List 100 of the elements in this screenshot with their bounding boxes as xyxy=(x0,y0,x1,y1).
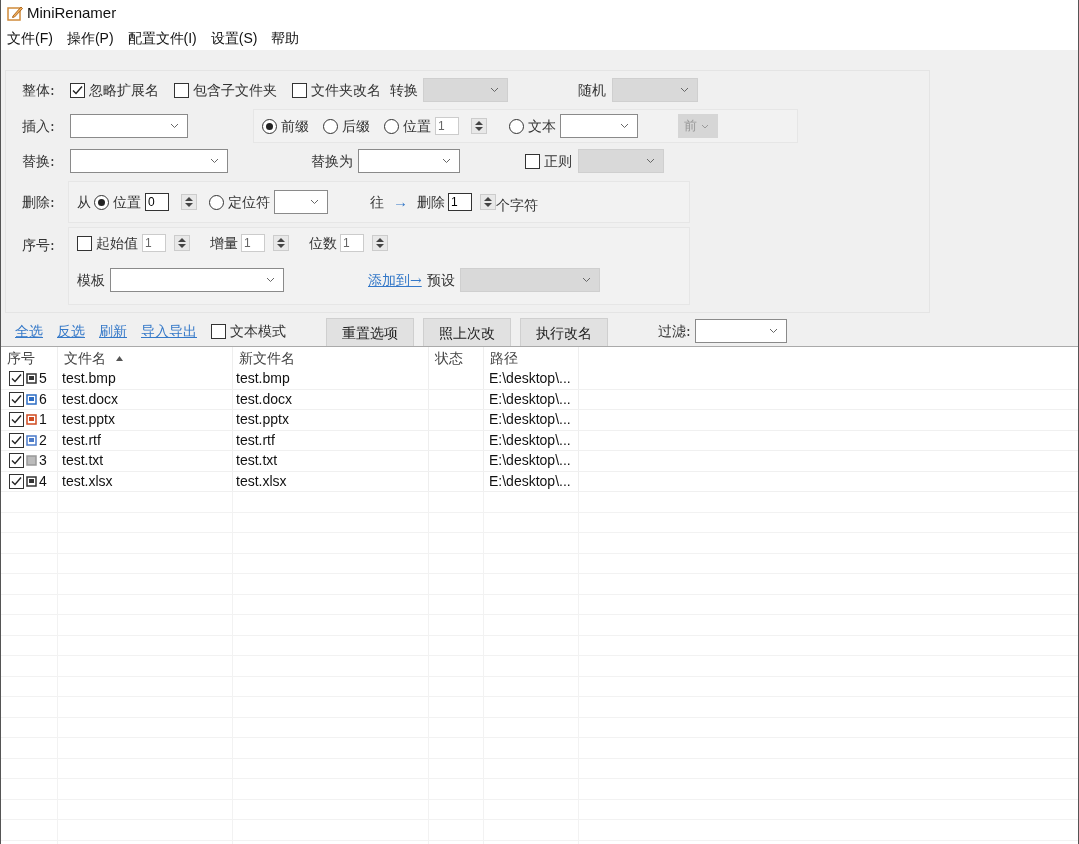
column-header[interactable]: 路径 xyxy=(484,347,579,369)
dropdown[interactable] xyxy=(110,268,284,292)
column-header[interactable]: 新文件名 xyxy=(233,347,429,369)
field-label: 增量 xyxy=(210,233,238,253)
field-label: 个字符 xyxy=(496,195,538,215)
field-label: 文本模式 xyxy=(230,321,286,341)
chevron-down-icon xyxy=(620,123,629,129)
chevron-down-icon xyxy=(170,123,179,129)
checkbox[interactable] xyxy=(174,82,189,98)
number-field[interactable]: 1 xyxy=(241,234,265,252)
field-label: 定位符 xyxy=(228,192,270,212)
radio-button[interactable] xyxy=(384,118,399,134)
field-label: 插入: xyxy=(22,116,56,136)
checkbox[interactable] xyxy=(9,432,24,448)
column-header[interactable]: 序号 xyxy=(1,347,58,369)
checkbox[interactable] xyxy=(70,82,85,98)
file-icon xyxy=(26,393,37,405)
dropdown[interactable] xyxy=(694,319,787,343)
menu-item[interactable]: 设置(S) xyxy=(210,27,258,49)
number-field[interactable]: 1 xyxy=(340,234,364,252)
field-label: 删除: xyxy=(22,192,56,212)
dropdown[interactable] xyxy=(274,190,328,214)
dropdown[interactable] xyxy=(70,114,188,138)
checkbox[interactable] xyxy=(77,235,92,251)
radio-button[interactable] xyxy=(94,194,109,210)
action-link[interactable]: 反选 xyxy=(57,320,85,342)
dropdown[interactable] xyxy=(560,114,638,138)
arrow-link[interactable]: → xyxy=(393,190,408,214)
checkbox[interactable] xyxy=(211,323,226,339)
number-field[interactable]: 0 xyxy=(145,193,169,211)
number-field[interactable]: 1 xyxy=(142,234,166,252)
table-cell-text: test.rtf xyxy=(236,430,275,450)
column-header[interactable]: 状态 xyxy=(429,347,484,369)
action-button[interactable]: 重置选项 xyxy=(326,318,414,348)
add-to-link[interactable]: 添加到→ xyxy=(368,269,422,291)
menu-item[interactable]: 帮助 xyxy=(271,27,300,49)
chevron-down-icon xyxy=(581,277,591,283)
field-label: 整体: xyxy=(22,80,56,100)
table-cell-text: test.bmp xyxy=(62,369,116,389)
dropdown[interactable] xyxy=(70,149,228,173)
checkbox[interactable] xyxy=(9,473,24,489)
field-label: 预设 xyxy=(426,270,455,290)
table-cell-text: test.pptx xyxy=(62,410,115,430)
action-button[interactable]: 照上次改 xyxy=(423,318,511,348)
field-label: 位置 xyxy=(403,116,431,136)
menu-item[interactable]: 文件(F) xyxy=(7,27,53,49)
checkbox[interactable] xyxy=(9,391,24,407)
radio-button[interactable] xyxy=(262,118,277,134)
field-label: 替换为 xyxy=(311,151,353,171)
table-cell-text: test.rtf xyxy=(62,430,101,450)
table-cell-text: E:\desktop\... xyxy=(489,471,571,491)
number-field[interactable]: 1 xyxy=(435,117,459,135)
checkbox[interactable] xyxy=(9,371,24,387)
field-label: 删除 xyxy=(417,192,445,212)
table-cell-text: E:\desktop\... xyxy=(489,430,571,450)
checkbox[interactable] xyxy=(292,82,307,98)
action-link[interactable]: 刷新 xyxy=(99,320,127,342)
action-link[interactable]: 导入导出 xyxy=(141,320,197,342)
radio-button[interactable] xyxy=(509,118,524,134)
radio-button[interactable] xyxy=(209,194,224,210)
field-label: 文本 xyxy=(528,116,556,136)
field-label: 位数 xyxy=(309,233,337,253)
menu-item[interactable]: 操作(P) xyxy=(66,27,114,49)
number-field[interactable]: 1 xyxy=(448,193,472,211)
spinner-arrows-icon[interactable] xyxy=(372,235,388,251)
table-cell-text: test.bmp xyxy=(236,369,290,389)
field-label: 往 xyxy=(370,192,384,212)
pencil-icon xyxy=(7,5,23,21)
spinner-arrows-icon[interactable] xyxy=(181,194,197,210)
chevron-down-icon xyxy=(680,87,689,93)
spinner-arrows-icon[interactable] xyxy=(174,235,190,251)
table-cell-text: 5 xyxy=(39,369,47,389)
field-label: 位置 xyxy=(113,192,141,212)
radio-button[interactable] xyxy=(323,118,338,134)
action-link[interactable]: 全选 xyxy=(15,320,43,342)
action-button[interactable]: 执行改名 xyxy=(520,318,608,348)
spinner-arrows-icon[interactable] xyxy=(480,194,496,210)
table-cell-text: test.xlsx xyxy=(236,471,287,491)
spinner-arrows-icon[interactable] xyxy=(471,118,487,134)
table-cell-text: 2 xyxy=(39,430,47,450)
table-cell-text: test.docx xyxy=(236,389,293,409)
table-cell-text: test.docx xyxy=(62,389,119,409)
field-label: 正则 xyxy=(544,151,572,171)
table-cell-text: 3 xyxy=(39,451,47,471)
table-cell-text: test.txt xyxy=(62,451,104,471)
spinner-arrows-icon[interactable] xyxy=(273,235,289,251)
checkbox[interactable] xyxy=(9,412,24,428)
menu-item[interactable]: 配置文件(I) xyxy=(127,27,197,49)
checkbox[interactable] xyxy=(525,153,540,169)
field-label: 忽略扩展名 xyxy=(89,80,159,100)
field-label: 起始值 xyxy=(96,233,138,253)
field-label: 过滤: xyxy=(658,321,691,341)
field-label: 序号: xyxy=(22,236,56,255)
field-label: 后缀 xyxy=(342,116,370,136)
table-cell-text: E:\desktop\... xyxy=(489,369,571,389)
column-header[interactable]: 文件名 xyxy=(58,347,233,369)
table-cell-text: test.pptx xyxy=(236,410,289,430)
dropdown[interactable] xyxy=(358,149,460,173)
field-label: 前缀 xyxy=(281,116,309,136)
checkbox[interactable] xyxy=(9,453,24,469)
